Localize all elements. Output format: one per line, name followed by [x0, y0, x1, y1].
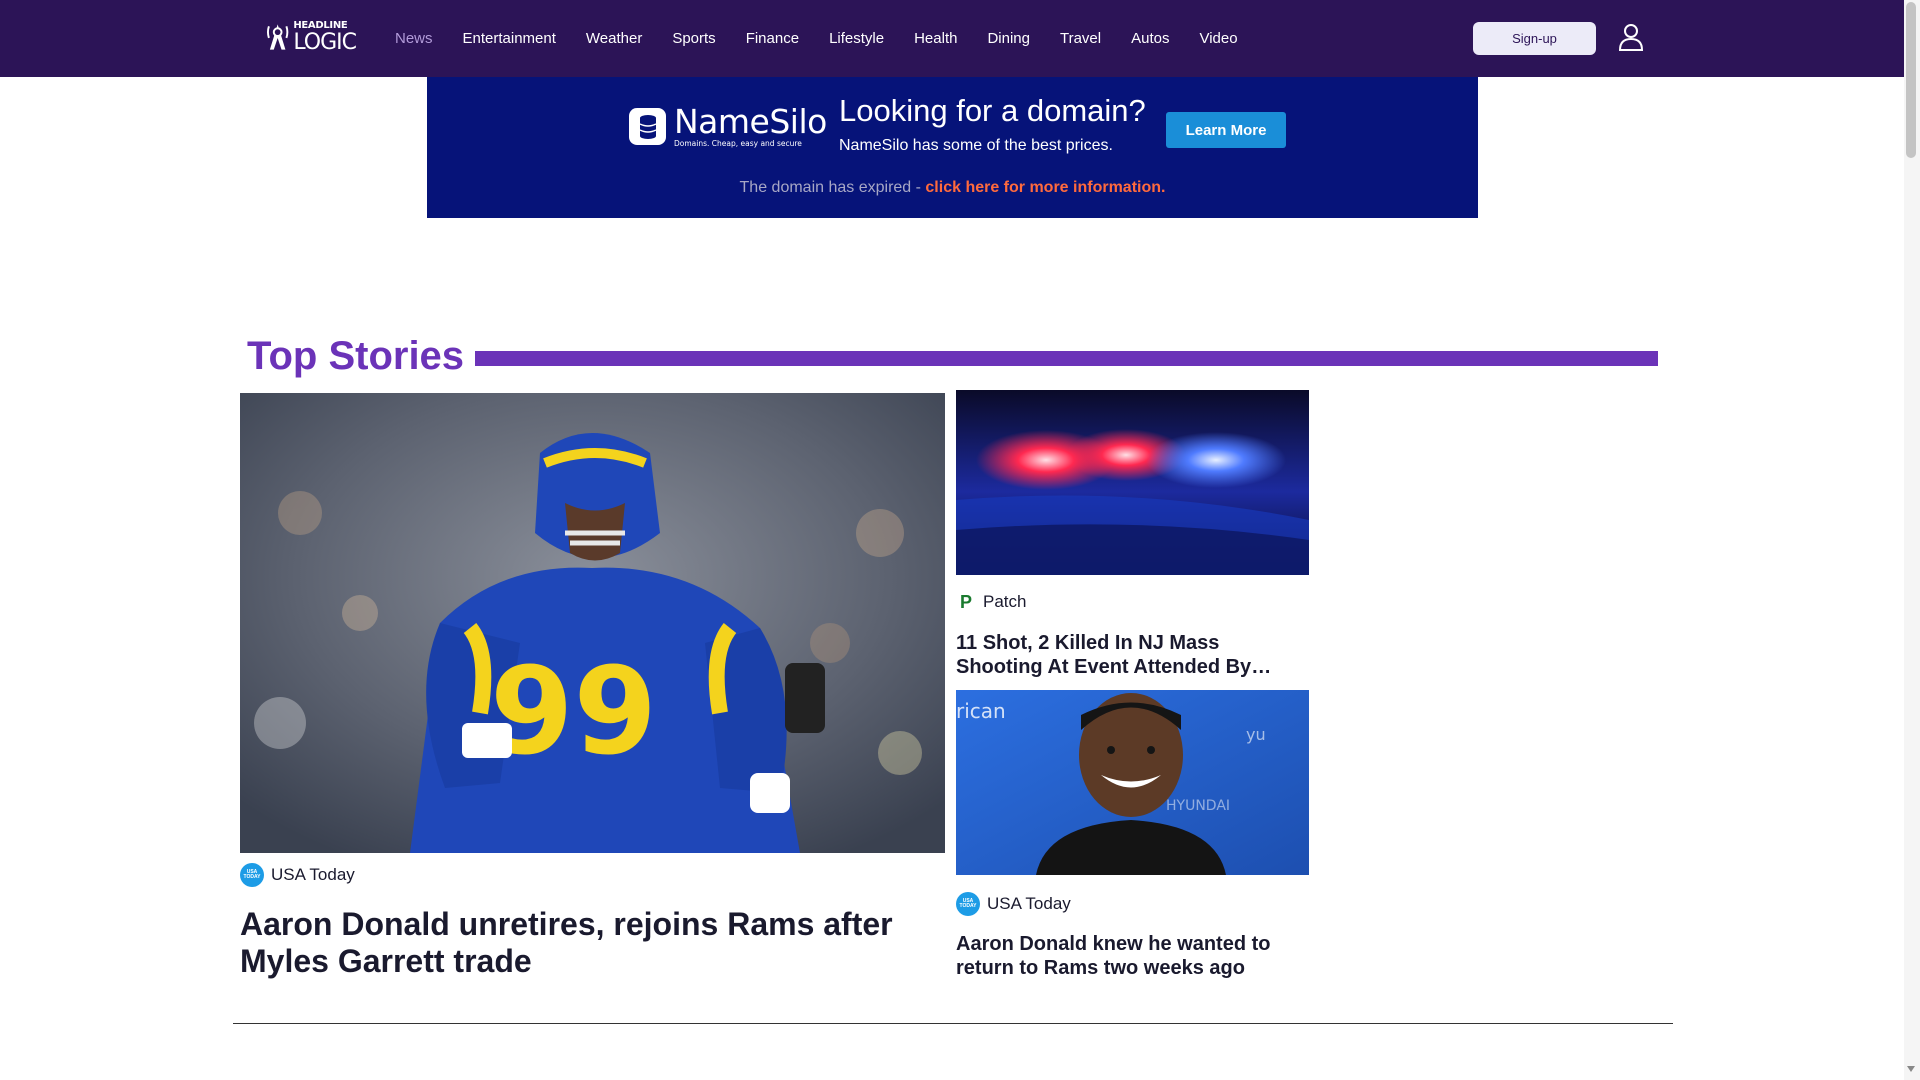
patch-logo-icon: P: [956, 592, 976, 612]
domain-expired-note: The domain has expired - click here for …: [427, 179, 1478, 197]
learn-more-button[interactable]: Learn More: [1166, 112, 1286, 148]
namesilo-ad-banner[interactable]: NameSilo Domains. Cheap, easy and secure…: [427, 77, 1478, 218]
nav-item-health[interactable]: Health: [914, 30, 957, 47]
logo-text: HEADLINE LOGIC: [293, 19, 357, 55]
scrollbar-thumb[interactable]: [1906, 2, 1916, 158]
namesilo-logo-icon: [629, 108, 666, 145]
user-account-button[interactable]: [1616, 22, 1646, 54]
svg-text:rican: rican: [956, 699, 1006, 723]
nav-item-sports[interactable]: Sports: [672, 30, 715, 47]
usa-today-logo-icon: USA TODAY: [240, 863, 264, 887]
main-story-source[interactable]: USA TODAY USA Today: [240, 863, 355, 887]
nav-item-weather[interactable]: Weather: [586, 30, 642, 47]
side-story-1-source[interactable]: P Patch: [956, 592, 1027, 612]
nav-item-travel[interactable]: Travel: [1060, 30, 1101, 47]
nav-item-finance[interactable]: Finance: [746, 30, 799, 47]
svg-text:yu: yu: [1246, 725, 1266, 744]
side-story-2-source[interactable]: USA TODAY USA Today: [956, 892, 1071, 916]
namesilo-logo[interactable]: NameSilo Domains. Cheap, easy and secure: [629, 105, 827, 148]
ad-headline: Looking for a domain?: [839, 93, 1146, 128]
side-story-1-image[interactable]: [956, 390, 1309, 575]
svg-text:HYUNDAI: HYUNDAI: [1166, 798, 1230, 814]
ad-subline: NameSilo has some of the best prices.: [839, 137, 1113, 154]
page-scrollbar[interactable]: [1904, 0, 1920, 1080]
section-divider: [233, 1023, 1673, 1024]
patch-logo-letter: P: [959, 591, 972, 612]
side-story-2-headline[interactable]: Aaron Donald knew he wanted to return to…: [956, 932, 1286, 980]
main-story-image[interactable]: 99: [240, 393, 945, 853]
namesilo-brand: NameSilo: [674, 102, 827, 141]
nav-item-entertainment[interactable]: Entertainment: [463, 30, 556, 47]
section-title-rule: [475, 351, 1658, 366]
nav-item-news[interactable]: News: [395, 30, 433, 47]
logo-mark-icon: [266, 24, 289, 50]
nav-item-video[interactable]: Video: [1199, 30, 1237, 47]
main-story-headline[interactable]: Aaron Donald unretires, rejoins Rams aft…: [240, 906, 945, 980]
svg-text:99: 99: [490, 643, 657, 782]
side-story-2-image[interactable]: rican yu HYUNDAI: [956, 690, 1309, 875]
nav-item-dining[interactable]: Dining: [987, 30, 1030, 47]
headline-logic-logo[interactable]: HEADLINE LOGIC: [266, 19, 357, 55]
scroll-down-arrow-icon[interactable]: [1907, 1066, 1915, 1072]
main-nav: News Entertainment Weather Sports Financ…: [395, 0, 1238, 77]
nav-item-lifestyle[interactable]: Lifestyle: [829, 30, 884, 47]
section-title-top-stories: Top Stories: [247, 334, 465, 378]
more-information-link[interactable]: click here for more information.: [925, 179, 1165, 196]
domain-expired-text: The domain has expired -: [739, 179, 926, 196]
nav-item-autos[interactable]: Autos: [1131, 30, 1169, 47]
site-header: HEADLINE LOGIC News Entertainment Weathe…: [0, 0, 1904, 77]
signup-button[interactable]: Sign-up: [1473, 22, 1596, 55]
usa-today-logo-icon: USA TODAY: [956, 892, 980, 916]
main-story-source-name: USA Today: [271, 865, 355, 884]
side-story-2-source-name: USA Today: [987, 894, 1071, 913]
database-icon: [639, 114, 656, 139]
side-story-1-headline[interactable]: 11 Shot, 2 Killed In NJ Mass Shooting At…: [956, 631, 1286, 679]
logo-line-1: HEADLINE: [293, 19, 348, 31]
side-story-1-source-name: Patch: [983, 592, 1027, 611]
namesilo-logo-text: NameSilo Domains. Cheap, easy and secure: [674, 105, 827, 148]
namesilo-tagline: Domains. Cheap, easy and secure: [674, 139, 802, 148]
logo-line-2: LOGIC: [293, 29, 357, 55]
user-icon: [1618, 23, 1644, 51]
